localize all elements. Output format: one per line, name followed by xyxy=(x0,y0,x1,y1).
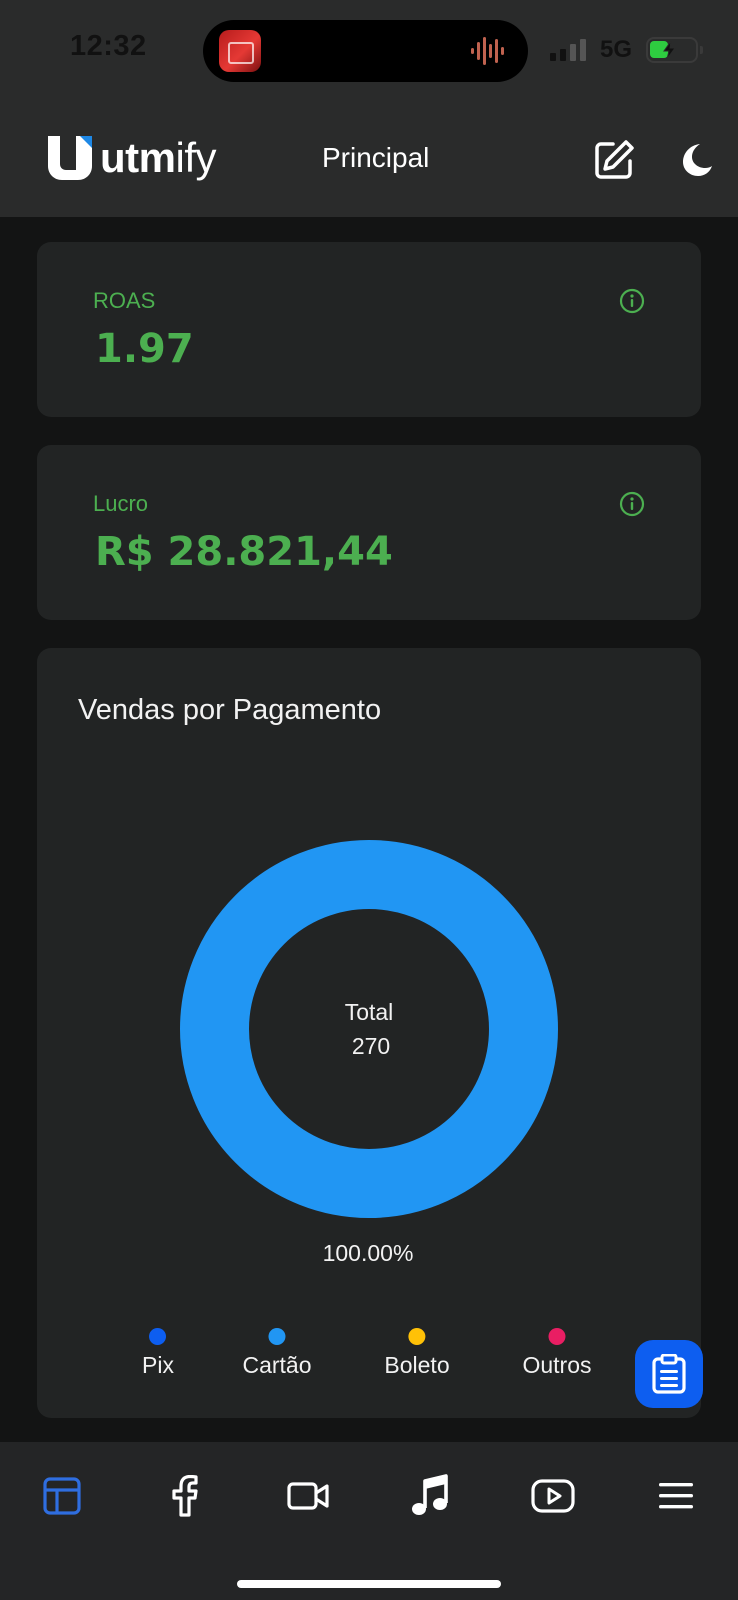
payment-chart-card: Vendas por Pagamento Total 270 100.00% P… xyxy=(37,648,701,1418)
video-camera-icon xyxy=(287,1482,329,1510)
moon-icon xyxy=(683,144,712,176)
status-indicators: 5G xyxy=(549,36,703,64)
legend-item-pix[interactable]: Pix xyxy=(142,1328,174,1379)
donut-center-label: Total xyxy=(345,999,394,1025)
page-title: Principal xyxy=(322,142,430,173)
roas-label: ROAS xyxy=(93,288,156,313)
donut-chart: Total 270 100.00% xyxy=(180,840,558,1266)
nav-menu[interactable] xyxy=(646,1466,706,1526)
roas-value: 1.97 xyxy=(95,326,194,372)
profit-label: Lucro xyxy=(93,491,149,516)
chart-legend: Pix Cartão Boleto Outros xyxy=(37,1328,701,1398)
donut-slice-cartao[interactable] xyxy=(180,840,558,1218)
legend-item-outros[interactable]: Outros xyxy=(522,1328,592,1379)
network-type: 5G xyxy=(599,36,632,63)
utmify-logo[interactable]: utmify xyxy=(46,134,216,182)
nav-music[interactable] xyxy=(400,1466,460,1526)
report-fab-button[interactable] xyxy=(635,1340,703,1408)
legend-label: Pix xyxy=(142,1352,174,1378)
donut-percent-label: 100.00% xyxy=(323,1240,414,1266)
nav-facebook[interactable] xyxy=(155,1466,215,1526)
edit-icon xyxy=(595,140,634,179)
menu-icon xyxy=(659,1483,693,1509)
music-note-icon xyxy=(412,1474,448,1515)
legend-label: Outros xyxy=(522,1352,592,1378)
logo-text: utmify xyxy=(100,134,216,181)
info-icon[interactable] xyxy=(619,288,645,314)
home-indicator[interactable] xyxy=(237,1580,501,1588)
nav-youtube[interactable] xyxy=(523,1466,583,1526)
donut-center-value: 270 xyxy=(352,1033,390,1059)
bottom-navigation xyxy=(0,1442,738,1600)
facebook-icon xyxy=(172,1475,198,1517)
status-bar: 12:32 5G xyxy=(0,0,738,104)
legend-dot xyxy=(548,1328,566,1345)
legend-label: Boleto xyxy=(384,1352,450,1378)
legend-dot xyxy=(149,1328,167,1345)
logo-mark-icon xyxy=(48,136,92,180)
dynamic-island[interactable] xyxy=(203,20,528,82)
dashboard-icon xyxy=(43,1477,81,1515)
legend-dot xyxy=(408,1328,426,1345)
battery-charging-icon xyxy=(646,37,703,63)
nav-dashboard[interactable] xyxy=(32,1466,92,1526)
nav-video[interactable] xyxy=(278,1466,338,1526)
profit-card: Lucro R$ 28.821,44 xyxy=(37,445,701,620)
info-icon[interactable] xyxy=(619,491,645,517)
sound-wave-icon xyxy=(471,37,504,65)
legend-item-cartao[interactable]: Cartão xyxy=(242,1328,312,1379)
profit-value: R$ 28.821,44 xyxy=(95,529,393,575)
legend-item-boleto[interactable]: Boleto xyxy=(384,1328,450,1379)
theme-toggle-button[interactable] xyxy=(672,136,720,184)
app-header: utmify Principal xyxy=(0,104,738,217)
legend-label: Cartão xyxy=(242,1352,312,1378)
legend-dot xyxy=(268,1328,286,1345)
roas-card: ROAS 1.97 xyxy=(37,242,701,417)
edit-button[interactable] xyxy=(590,136,638,184)
now-playing-thumbnail xyxy=(219,30,261,72)
clipboard-icon xyxy=(652,1354,686,1394)
signal-icon xyxy=(549,39,586,61)
status-time: 12:32 xyxy=(70,30,147,62)
youtube-icon xyxy=(531,1479,575,1513)
